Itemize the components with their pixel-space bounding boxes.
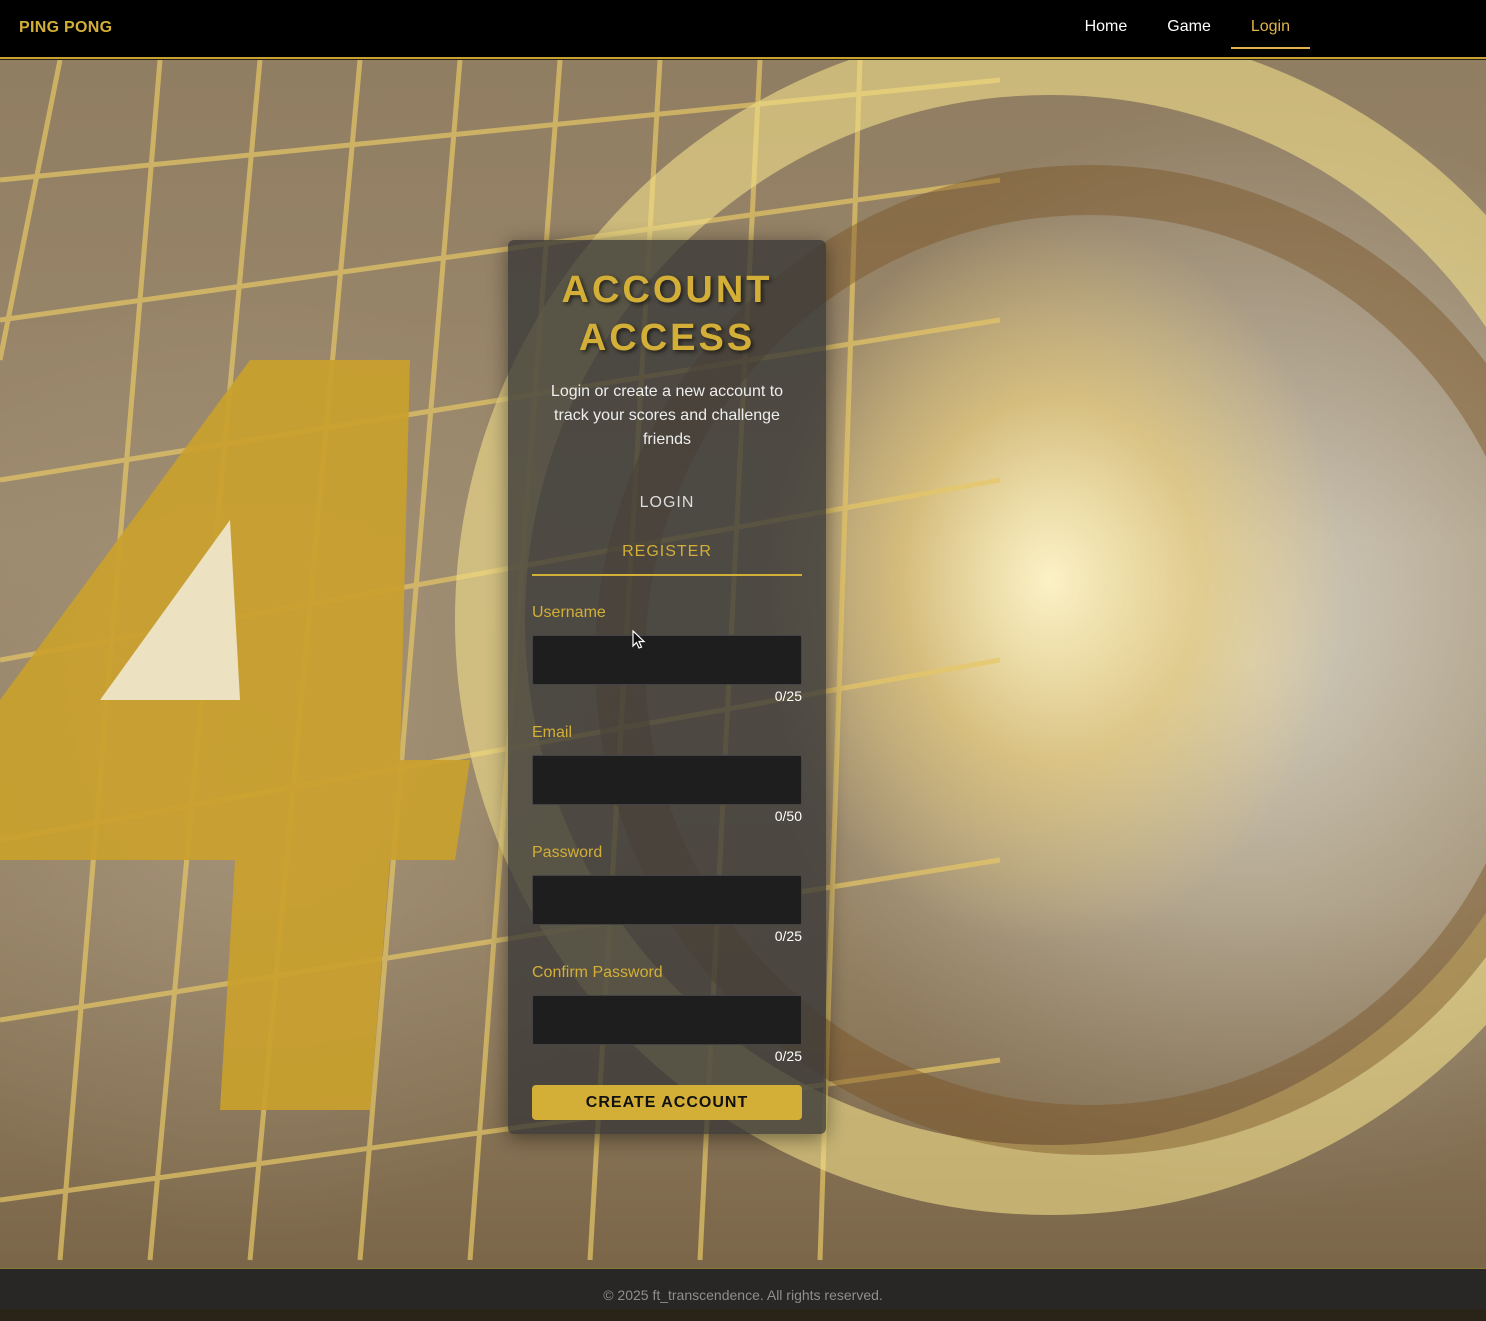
email-label: Email (532, 724, 573, 741)
page-footer: © 2025 ft_transcendence. All rights rese… (0, 1268, 1486, 1309)
card-title-line2: ACCESS (578, 317, 756, 359)
nav-link-login[interactable]: Login (1230, 0, 1310, 49)
email-field-group: Email 0/50 (532, 723, 802, 825)
auth-tabs: LOGIN REGISTER (532, 478, 802, 576)
create-account-button[interactable]: CREATE ACCOUNT (532, 1085, 802, 1120)
username-label: Username (532, 604, 606, 621)
username-input[interactable] (532, 635, 802, 685)
nav-link-home[interactable]: Home (1065, 0, 1148, 49)
username-counter: 0/25 (774, 688, 802, 704)
password-counter: 0/25 (774, 928, 802, 944)
confirm-password-field-group: Confirm Password 0/25 (532, 963, 802, 1065)
mouse-cursor-icon (632, 630, 646, 649)
card-subtitle: Login or create a new account to track y… (550, 383, 784, 448)
confirm-password-input[interactable] (532, 995, 802, 1045)
username-field-group: Username 0/25 (532, 603, 802, 705)
password-input[interactable] (532, 875, 802, 925)
confirm-password-label: Confirm Password (532, 964, 663, 981)
footer-copyright: © 2025 ft_transcendence. All rights rese… (603, 1287, 883, 1303)
password-label: Password (532, 844, 603, 861)
password-field-group: Password 0/25 (532, 843, 802, 945)
nav-links: Home Game Login (1065, 0, 1310, 57)
account-card: ACCOUNT ACCESS Login or create a new acc… (508, 240, 826, 1134)
tab-login[interactable]: LOGIN (532, 478, 802, 527)
email-input[interactable] (532, 755, 802, 805)
top-navbar: PING PONG Home Game Login (0, 0, 1486, 59)
brand-logo[interactable]: PING PONG (19, 19, 112, 37)
card-title-line1: ACCOUNT (561, 269, 773, 311)
tab-register[interactable]: REGISTER (532, 527, 802, 576)
card-title: ACCOUNT ACCESS (532, 266, 802, 362)
nav-link-game[interactable]: Game (1147, 0, 1231, 49)
confirm-password-counter: 0/25 (774, 1048, 802, 1064)
email-counter: 0/50 (774, 808, 802, 824)
